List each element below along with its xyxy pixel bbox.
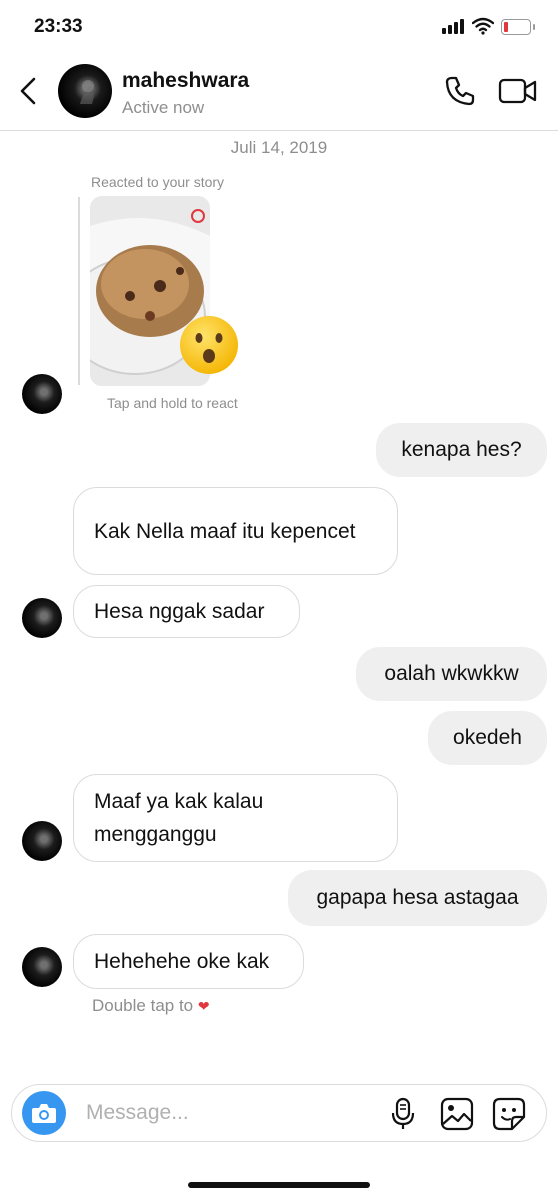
reply-line [78, 197, 80, 385]
message-bubble-incoming[interactable]: Maaf ya kak kalau mengganggu [73, 774, 398, 862]
signal-icon [442, 19, 464, 34]
chat-header: maheshwara Active now [0, 56, 558, 131]
wifi-icon [472, 17, 494, 35]
double-tap-hint: Double tap to ❤ [92, 996, 210, 1016]
avatar[interactable] [58, 64, 112, 118]
battery-icon [501, 19, 535, 35]
story-reaction-label: Reacted to your story [91, 174, 225, 190]
username[interactable]: maheshwara [122, 69, 249, 93]
story-hint: Tap and hold to react [107, 395, 238, 411]
home-indicator [188, 1182, 370, 1188]
avatar[interactable] [22, 821, 62, 861]
camera-icon [32, 1104, 56, 1123]
sticker-icon[interactable] [492, 1097, 526, 1131]
avatar[interactable] [22, 598, 62, 638]
message-bubble-outgoing[interactable]: okedeh [428, 711, 547, 765]
camera-button[interactable] [22, 1091, 66, 1135]
surprised-face-emoji [178, 314, 240, 376]
video-camera-icon[interactable] [498, 75, 538, 107]
message-bubble-incoming[interactable]: Hesa nggak sadar [73, 585, 300, 638]
message-bubble-incoming[interactable]: Kak Nella maaf itu kepencet [73, 487, 398, 575]
image-icon[interactable] [440, 1097, 474, 1131]
chevron-left-icon[interactable] [14, 76, 44, 106]
phone-icon[interactable] [444, 75, 476, 107]
avatar[interactable] [22, 947, 62, 987]
message-bubble-incoming[interactable]: Hehehehe oke kak [73, 934, 304, 989]
message-bubble-outgoing[interactable]: oalah wkwkkw [356, 647, 547, 701]
message-composer [11, 1084, 547, 1142]
message-bubble-outgoing[interactable]: kenapa hes? [376, 423, 547, 477]
heart-icon: ❤ [197, 998, 210, 1014]
avatar[interactable] [22, 374, 62, 414]
status-time: 23:33 [34, 16, 83, 37]
message-input[interactable] [84, 1097, 368, 1129]
message-bubble-outgoing[interactable]: gapapa hesa astagaa [288, 870, 547, 926]
microphone-icon[interactable] [390, 1097, 416, 1131]
double-tap-text: Double tap to [92, 996, 194, 1015]
date-separator: Juli 14, 2019 [230, 138, 328, 157]
active-status: Active now [122, 98, 205, 117]
